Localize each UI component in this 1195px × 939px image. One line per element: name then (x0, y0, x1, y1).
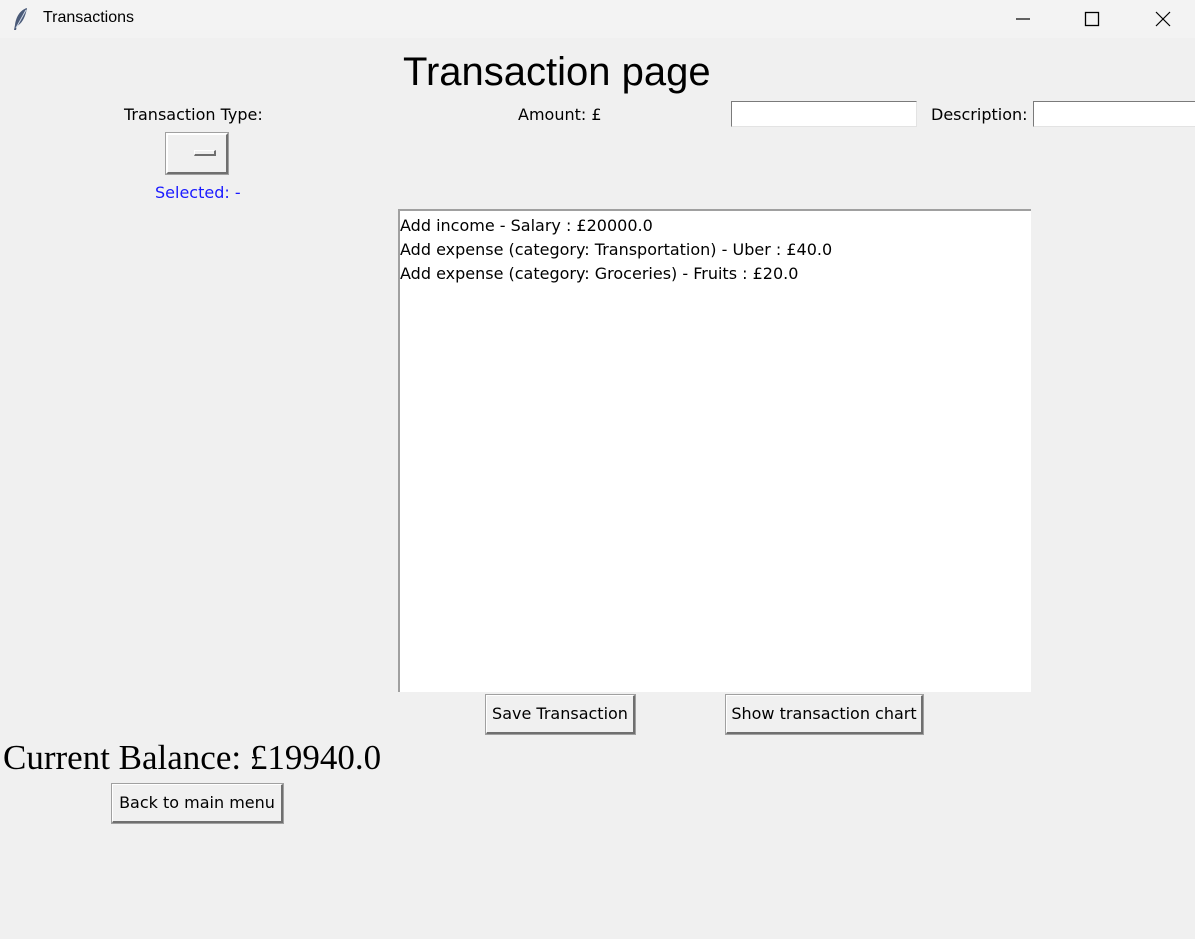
maximize-icon (1084, 11, 1100, 27)
amount-input[interactable] (731, 101, 917, 127)
page-title: Transaction page (403, 50, 711, 94)
feather-icon (14, 8, 27, 30)
save-transaction-button[interactable]: Save Transaction (486, 695, 635, 734)
description-label: Description: (931, 105, 1028, 124)
back-to-main-menu-button[interactable]: Back to main menu (112, 784, 283, 823)
minimize-icon (1016, 18, 1030, 20)
transaction-type-label: Transaction Type: (124, 105, 263, 124)
close-button[interactable] (1140, 0, 1186, 38)
transaction-listbox[interactable]: Add income - Salary : £20000.0 Add expen… (398, 209, 1031, 692)
close-icon (1155, 11, 1171, 27)
selected-type-label: Selected: - (155, 183, 241, 202)
minimize-button[interactable] (1000, 0, 1046, 38)
list-item[interactable]: Add income - Salary : £20000.0 (400, 214, 1031, 238)
window-title: Transactions (43, 9, 134, 26)
maximize-button[interactable] (1069, 0, 1115, 38)
show-chart-button[interactable]: Show transaction chart (726, 695, 923, 734)
amount-label: Amount: £ (518, 105, 602, 124)
list-item[interactable]: Add expense (category: Transportation) -… (400, 238, 1031, 262)
title-bar: Transactions (0, 0, 1195, 38)
dropdown-indicator-icon (194, 150, 216, 156)
list-item[interactable]: Add expense (category: Groceries) - Frui… (400, 262, 1031, 286)
description-input[interactable] (1033, 101, 1195, 127)
transaction-type-dropdown[interactable] (166, 133, 228, 174)
current-balance: Current Balance: £19940.0 (3, 738, 382, 777)
